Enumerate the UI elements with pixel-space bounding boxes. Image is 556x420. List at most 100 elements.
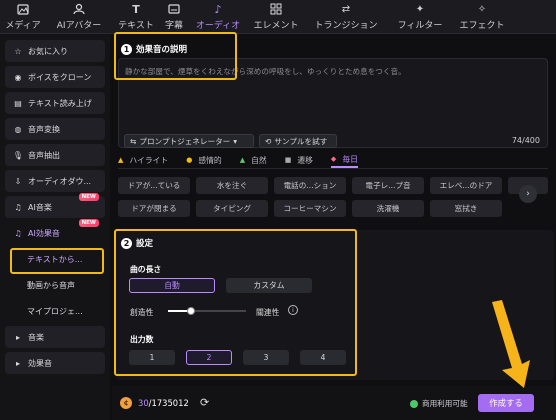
tab-label: メディア bbox=[5, 21, 41, 31]
sidebar-item-label: AI音楽 bbox=[28, 202, 52, 212]
category-tab-daily[interactable]: ◆ 毎日 bbox=[330, 154, 358, 168]
chevron-right-icon: › bbox=[526, 189, 530, 199]
sample-chip[interactable]: タイピング bbox=[196, 200, 268, 217]
sidebar-item-label: お気に入り bbox=[28, 46, 68, 56]
sample-chip[interactable]: 洗濯機 bbox=[352, 200, 424, 217]
tts-icon: ▤ bbox=[14, 98, 22, 108]
sidebar-item-label: 効果音 bbox=[28, 358, 52, 368]
sidebar-item-audio-download[interactable]: ⇩ オーディオダウ... bbox=[5, 170, 105, 192]
top-tab-bar: メディア AIアバター T テキスト 字幕 ♪ オーディオ エレメント ⇄ トラ… bbox=[0, 0, 556, 34]
sample-chip[interactable]: 窓拭き bbox=[430, 200, 502, 217]
tab-media[interactable]: メディア bbox=[0, 0, 46, 34]
sample-chip[interactable]: 水を注ぐ bbox=[196, 177, 268, 194]
category-tab-highlight[interactable]: ▲ ハイライト bbox=[118, 155, 168, 168]
pointer-arrow-icon bbox=[492, 300, 530, 388]
nature-icon: ▲ bbox=[239, 156, 246, 164]
category-label: 遷移 bbox=[297, 155, 313, 165]
tab-text[interactable]: T テキスト bbox=[112, 0, 160, 34]
avatar-icon bbox=[72, 3, 86, 15]
tab-audio[interactable]: ♪ オーディオ bbox=[188, 0, 248, 34]
tab-effect[interactable]: ✧ エフェクト bbox=[452, 0, 512, 34]
sidebar-item-label: 動画から音声 bbox=[27, 280, 75, 290]
sidebar-item-label: AI効果音 bbox=[28, 228, 60, 238]
sample-chip[interactable]: 電子レ...プ音 bbox=[352, 177, 424, 194]
new-badge: NEW bbox=[78, 193, 99, 201]
sidebar-item-voice-extract[interactable]: 🎙 音声抽出 bbox=[5, 144, 105, 166]
sidebar-item-voice-clone[interactable]: ◉ ボイスをクローン bbox=[5, 66, 105, 88]
chevron-down-icon: ▾ bbox=[233, 136, 238, 146]
download-icon: ⇩ bbox=[14, 176, 22, 186]
emotional-icon: ● bbox=[186, 156, 193, 164]
sidebar-item-ai-music[interactable]: ♫ AI音楽 NEW bbox=[5, 193, 105, 218]
sidebar-item-favorites[interactable]: ☆ お気に入り bbox=[5, 40, 105, 62]
tab-label: オーディオ bbox=[195, 21, 241, 31]
create-button[interactable]: 作成する bbox=[478, 394, 534, 412]
tab-element[interactable]: エレメント bbox=[248, 0, 304, 34]
tab-label: 字幕 bbox=[164, 21, 183, 31]
highlight-box-description bbox=[114, 32, 237, 80]
media-icon bbox=[16, 3, 30, 15]
transition-icon: ■ bbox=[284, 156, 292, 164]
sidebar-item-label: 音楽 bbox=[28, 332, 44, 342]
sidebar-item-tts[interactable]: ▤ テキスト読み上げ bbox=[5, 92, 105, 114]
prompt-icon: ⇆ bbox=[130, 136, 137, 146]
bottom-bar: ¢ 30/1735012 ⟳ 商用利用可能 作成する bbox=[112, 386, 556, 420]
commercial-label: 商用利用可能 bbox=[422, 399, 468, 408]
tab-label: テキスト bbox=[118, 21, 154, 31]
check-icon bbox=[410, 399, 418, 408]
tab-filter[interactable]: ✦ フィルター bbox=[388, 0, 452, 34]
category-tab-transition[interactable]: ■ 遷移 bbox=[285, 155, 313, 168]
sidebar: ☆ お気に入り ◉ ボイスをクローン ▤ テキスト読み上げ ◍ 音声変換 🎙 音声抽出 ⇩… bbox=[0, 34, 110, 420]
sample-chip[interactable]: エレベ...のドア bbox=[430, 177, 502, 194]
tab-ai-avatar[interactable]: AIアバター bbox=[46, 0, 112, 34]
sample-chip[interactable]: ドアが閉まる bbox=[118, 200, 190, 217]
category-tab-nature[interactable]: ▲ 自然 bbox=[240, 155, 267, 168]
commercial-use-indicator: 商用利用可能 bbox=[410, 398, 468, 409]
sidebar-item-label: マイプロジェ... bbox=[27, 306, 83, 316]
daily-icon: ◆ bbox=[330, 155, 337, 163]
sidebar-item-label: ボイスをクローン bbox=[28, 72, 92, 82]
transition-icon: ⇄ bbox=[341, 3, 351, 15]
sample-chip[interactable]: ドアが...ている bbox=[118, 177, 190, 194]
tab-label: フィルター bbox=[397, 21, 443, 31]
tab-label: エレメント bbox=[253, 21, 299, 31]
sample-icon: ⟲ bbox=[265, 136, 272, 146]
music-icon: ♪ bbox=[214, 2, 222, 16]
refresh-icon[interactable]: ⟳ bbox=[200, 396, 209, 409]
category-label: 毎日 bbox=[342, 154, 358, 164]
effect-icon: ✧ bbox=[477, 3, 487, 15]
sidebar-item-ai-sfx[interactable]: ♫ AI効果音 NEW bbox=[5, 219, 105, 244]
caret-right-icon: ▸ bbox=[15, 358, 20, 368]
sidebar-item-music[interactable]: ▸ 音楽 bbox=[5, 326, 105, 348]
sidebar-item-label: オーディオダウ... bbox=[28, 176, 92, 186]
sidebar-subitem-video-to-audio[interactable]: 動画から音声 bbox=[5, 274, 105, 296]
credits-total: /1735012 bbox=[148, 398, 189, 408]
filter-icon: ✦ bbox=[415, 3, 425, 15]
sidebar-item-label: 音声変換 bbox=[28, 124, 60, 134]
sidebar-item-label: 音声抽出 bbox=[28, 150, 60, 160]
text-icon: T bbox=[132, 2, 140, 16]
credits-display: 30/1735012 bbox=[138, 398, 189, 408]
star-icon: ☆ bbox=[14, 46, 22, 56]
category-label: 感情的 bbox=[198, 155, 222, 165]
sidebar-item-sound-effects[interactable]: ▸ 効果音 bbox=[5, 352, 105, 374]
voice-change-icon: ◍ bbox=[14, 124, 22, 134]
next-arrow-button[interactable]: › bbox=[519, 185, 537, 203]
sidebar-item-voice-change[interactable]: ◍ 音声変換 bbox=[5, 118, 105, 140]
tab-transition[interactable]: ⇄ トランジション bbox=[304, 0, 388, 34]
character-counter: 74/400 bbox=[511, 136, 540, 145]
ai-sfx-icon: ♫ bbox=[14, 228, 22, 238]
tab-subtitle[interactable]: 字幕 bbox=[160, 0, 188, 34]
highlight-box-settings bbox=[114, 229, 357, 376]
prompt-generator-label: プロンプトジェネレーター bbox=[139, 136, 231, 146]
tab-label: エフェクト bbox=[459, 21, 505, 31]
sample-chip[interactable]: 電話の...ション bbox=[274, 177, 346, 194]
try-sample-button[interactable]: ⟲ サンプルを試す bbox=[259, 134, 337, 148]
category-tab-emotional[interactable]: ● 感情的 bbox=[186, 155, 222, 168]
sidebar-subitem-my-projects[interactable]: マイプロジェ... bbox=[5, 300, 105, 322]
sample-chip[interactable]: コーヒーマシン bbox=[274, 200, 346, 217]
prompt-generator-button[interactable]: ⇆ プロンプトジェネレーター ▾ bbox=[124, 134, 254, 148]
ai-music-icon: ♫ bbox=[14, 202, 22, 212]
clone-icon: ◉ bbox=[14, 72, 22, 82]
sidebar-item-label: テキスト読み上げ bbox=[28, 98, 92, 108]
